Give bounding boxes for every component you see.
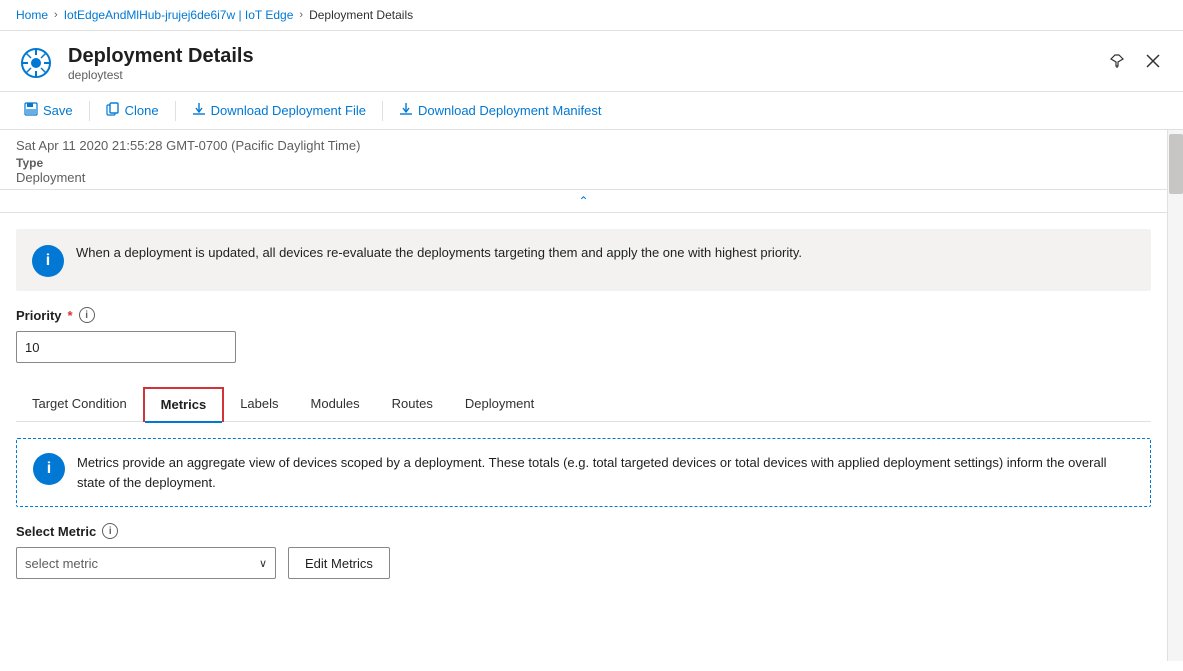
select-metric-section: Select Metric i select metric ∨ Edit Met… bbox=[0, 507, 1167, 587]
priority-section: Priority * i bbox=[0, 291, 1167, 371]
breadcrumb-hub[interactable]: IotEdgeAndMlHub-jrujej6de6i7w | IoT Edge bbox=[64, 8, 294, 22]
breadcrumb: Home › IotEdgeAndMlHub-jrujej6de6i7w | I… bbox=[0, 0, 1183, 31]
edit-metrics-button[interactable]: Edit Metrics bbox=[288, 547, 390, 579]
close-button[interactable] bbox=[1139, 47, 1167, 75]
panel-subtitle: deploytest bbox=[68, 68, 254, 82]
download-icon-svg bbox=[192, 102, 206, 116]
tab-modules[interactable]: Modules bbox=[295, 387, 376, 421]
breadcrumb-sep-1: › bbox=[54, 9, 58, 21]
panel-title: Deployment Details bbox=[68, 44, 254, 68]
download-file-icon bbox=[192, 102, 206, 119]
metrics-info-icon: i bbox=[33, 453, 65, 485]
save-icon bbox=[24, 102, 38, 119]
scrollbar-thumb[interactable] bbox=[1169, 134, 1183, 194]
toolbar-separator-3 bbox=[382, 101, 383, 121]
breadcrumb-sep-2: › bbox=[299, 9, 303, 21]
info-icon: i bbox=[32, 245, 64, 277]
metric-select-placeholder: select metric bbox=[25, 556, 98, 571]
tab-routes[interactable]: Routes bbox=[376, 387, 449, 421]
panel-header: Deployment Details deploytest bbox=[0, 31, 1183, 92]
type-label: Type bbox=[16, 156, 43, 170]
priority-info-icon[interactable]: i bbox=[79, 307, 95, 323]
toolbar: Save Clone Download Deployment File bbox=[0, 92, 1183, 130]
download-manifest-icon bbox=[399, 102, 413, 119]
tab-deployment[interactable]: Deployment bbox=[449, 387, 550, 421]
close-icon bbox=[1145, 53, 1161, 69]
main-content: Sat Apr 11 2020 21:55:28 GMT-0700 (Pacif… bbox=[0, 130, 1183, 661]
chevron-up-icon: ⌃ bbox=[578, 194, 588, 208]
download-manifest-label: Download Deployment Manifest bbox=[418, 103, 602, 118]
select-metric-label-text: Select Metric bbox=[16, 524, 96, 539]
toolbar-separator-1 bbox=[89, 101, 90, 121]
type-value: Deployment bbox=[16, 170, 85, 185]
download-manifest-icon-svg bbox=[399, 102, 413, 116]
content-area: Sat Apr 11 2020 21:55:28 GMT-0700 (Pacif… bbox=[0, 130, 1167, 661]
metrics-info-text: Metrics provide an aggregate view of dev… bbox=[77, 453, 1134, 492]
panel-logo bbox=[16, 43, 56, 83]
info-banner: i When a deployment is updated, all devi… bbox=[16, 229, 1151, 291]
download-file-button[interactable]: Download Deployment File bbox=[184, 98, 374, 123]
breadcrumb-home[interactable]: Home bbox=[16, 8, 48, 22]
pin-button[interactable] bbox=[1103, 47, 1131, 75]
collapse-toggle[interactable]: ⌃ bbox=[0, 190, 1167, 213]
clone-button[interactable]: Clone bbox=[98, 98, 167, 123]
tab-metrics[interactable]: Metrics bbox=[143, 387, 225, 422]
priority-required-star: * bbox=[68, 308, 73, 323]
chevron-down-icon: ∨ bbox=[259, 557, 267, 570]
download-file-label: Download Deployment File bbox=[211, 103, 366, 118]
type-row: Type Deployment bbox=[16, 155, 1151, 185]
save-button[interactable]: Save bbox=[16, 98, 81, 123]
tab-target-condition[interactable]: Target Condition bbox=[16, 387, 143, 421]
clone-label: Clone bbox=[125, 103, 159, 118]
save-icon-svg bbox=[24, 102, 38, 116]
collapsed-section: Sat Apr 11 2020 21:55:28 GMT-0700 (Pacif… bbox=[0, 130, 1167, 190]
tab-labels[interactable]: Labels bbox=[224, 387, 294, 421]
pin-icon bbox=[1109, 53, 1125, 69]
priority-label-text: Priority bbox=[16, 308, 62, 323]
iot-edge-icon bbox=[18, 45, 54, 81]
clone-icon bbox=[106, 102, 120, 119]
info-banner-text: When a deployment is updated, all device… bbox=[76, 243, 802, 263]
breadcrumb-current: Deployment Details bbox=[309, 8, 413, 22]
save-label: Save bbox=[43, 103, 73, 118]
tabs: Target Condition Metrics Labels Modules … bbox=[16, 387, 1151, 422]
download-manifest-button[interactable]: Download Deployment Manifest bbox=[391, 98, 610, 123]
metrics-info-banner: i Metrics provide an aggregate view of d… bbox=[16, 438, 1151, 507]
tabs-container: Target Condition Metrics Labels Modules … bbox=[0, 371, 1167, 422]
priority-input[interactable] bbox=[16, 331, 236, 363]
select-metric-info-icon[interactable]: i bbox=[102, 523, 118, 539]
scrollbar-track[interactable] bbox=[1167, 130, 1183, 661]
clone-icon-svg bbox=[106, 102, 120, 116]
metric-select-dropdown[interactable]: select metric ∨ bbox=[16, 547, 276, 579]
date-line: Sat Apr 11 2020 21:55:28 GMT-0700 (Pacif… bbox=[16, 138, 1151, 153]
toolbar-separator-2 bbox=[175, 101, 176, 121]
select-metric-row: select metric ∨ Edit Metrics bbox=[16, 547, 1151, 579]
